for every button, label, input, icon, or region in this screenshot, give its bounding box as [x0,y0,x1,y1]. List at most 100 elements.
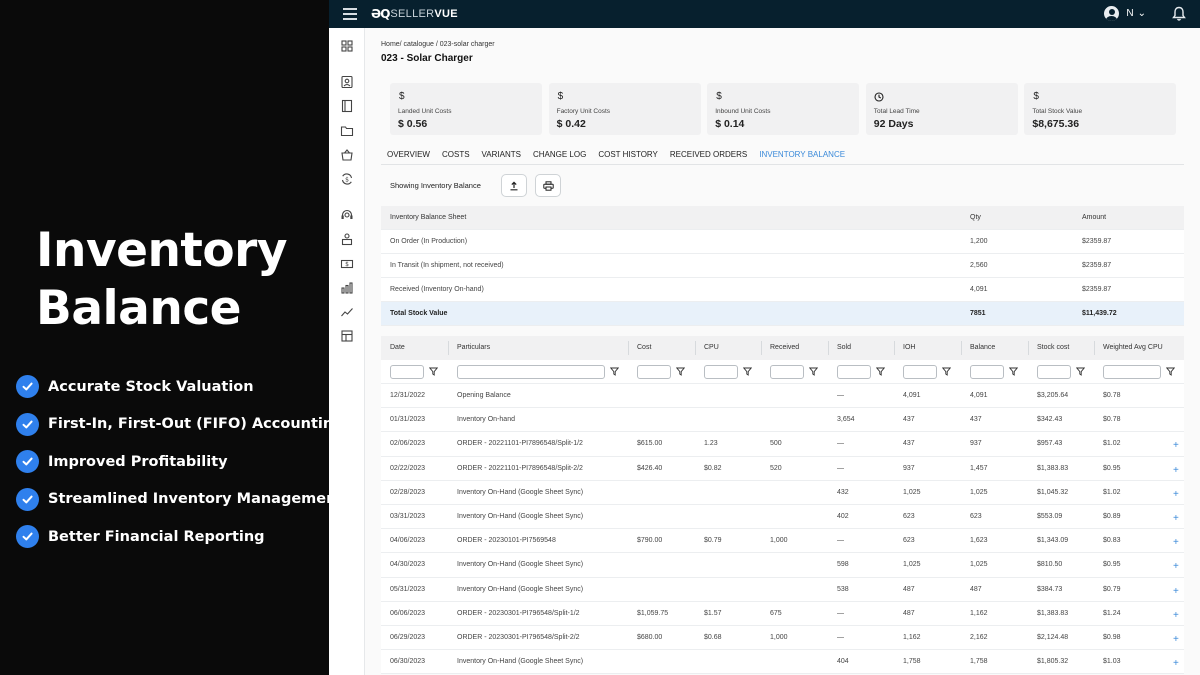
tab-received-orders[interactable]: RECEIVED ORDERS [664,148,753,165]
column-separator[interactable] [961,341,962,355]
cell-stock-cost: $1,383.83 [1037,464,1069,472]
filter-funnel-icon[interactable] [942,367,951,376]
column-header-sold[interactable]: Sold [837,344,851,351]
expand-plus-icon[interactable]: + [1173,513,1179,524]
sync-icon[interactable]: $ [340,172,354,186]
dollar-icon: $ [399,91,405,102]
cell: 1,200 [970,238,988,245]
hamburger-menu-icon[interactable] [343,7,357,21]
cell-ioh: 1,162 [903,633,921,641]
dashboard-icon[interactable] [340,39,354,53]
feature-item: Improved Profitability [16,443,328,481]
column-header-stock-cost[interactable]: Stock cost [1037,344,1069,351]
tab-costs[interactable]: COSTS [436,148,476,165]
column-separator[interactable] [448,341,449,355]
column-separator[interactable] [761,341,762,355]
filter-input-ioh[interactable] [903,365,937,379]
cell-weighted-avg-cpu: $0.95 [1103,464,1121,472]
user-menu[interactable]: N ⌄ [1104,6,1146,21]
upload-button[interactable] [501,174,527,197]
tab-variants[interactable]: VARIANTS [476,148,527,165]
expand-plus-icon[interactable]: + [1173,561,1179,572]
column-header-cpu[interactable]: CPU [704,344,719,351]
tab-cost-history[interactable]: COST HISTORY [592,148,664,165]
cell-balance: 2,162 [970,633,988,641]
column-separator[interactable] [1094,341,1095,355]
cell-received: 1,000 [770,537,788,545]
tab-change-log[interactable]: CHANGE LOG [527,148,592,165]
sellervue-logo[interactable]: ƏQ SELLER VUE [371,5,458,23]
side-navigation: $ $ [329,28,365,675]
cell: Received (Inventory On-hand) [390,286,484,293]
cell-balance: 487 [970,585,982,593]
cell-sold: 402 [837,512,849,520]
column-header-received[interactable]: Received [770,344,799,351]
print-button[interactable] [535,174,561,197]
filter-input-sold[interactable] [837,365,871,379]
bar-chart-icon[interactable] [340,281,354,295]
filter-funnel-icon[interactable] [1076,367,1085,376]
user-inventory-icon[interactable] [340,232,354,246]
card-value: $8,675.36 [1032,118,1080,130]
support-headset-icon[interactable] [340,208,354,222]
cell-weighted-avg-cpu: $0.78 [1103,392,1121,399]
expand-plus-icon[interactable]: + [1173,610,1179,621]
card-label: Factory Unit Costs [556,108,611,115]
expand-plus-icon[interactable]: + [1173,440,1179,451]
column-separator[interactable] [828,341,829,355]
contacts-icon[interactable] [340,75,354,89]
cell: $2359.87 [1082,238,1112,245]
column-header-ioh[interactable]: IOH [903,344,915,351]
column-header-balance[interactable]: Balance [970,344,995,351]
card-factory-unit-costs: $ Factory Unit Costs $ 0.42 [548,83,701,135]
column-header-weighted-avg-cpu[interactable]: Weighted Avg CPU [1103,344,1163,351]
filter-funnel-icon[interactable] [743,367,752,376]
summary-cards: $ Landed Unit Costs $ 0.56 $ Factory Uni… [390,83,1183,135]
filter-input-cpu[interactable] [704,365,738,379]
tab-overview[interactable]: OVERVIEW [381,148,436,165]
cell-cpu: $0.79 [704,537,722,545]
filter-input-balance[interactable] [970,365,1004,379]
filter-funnel-icon[interactable] [676,367,685,376]
app-window: ƏQ SELLER VUE N ⌄ $ $ Home/ catalogue / … [329,0,1200,675]
filter-funnel-icon[interactable] [1166,367,1175,376]
column-header-date[interactable]: Date [390,344,405,351]
cell-date: 06/06/2023 [390,609,426,617]
filter-funnel-icon[interactable] [809,367,818,376]
breadcrumb[interactable]: Home/ catalogue / 023-solar charger [381,41,495,48]
filter-funnel-icon[interactable] [876,367,885,376]
bell-icon[interactable] [1172,6,1186,22]
catalog-book-icon[interactable] [340,99,354,113]
filter-funnel-icon[interactable] [1009,367,1018,376]
expand-plus-icon[interactable]: + [1173,586,1179,597]
filter-input-cost[interactable] [637,365,671,379]
folder-icon[interactable] [340,124,354,138]
filter-input-particulars[interactable] [457,365,605,379]
expand-plus-icon[interactable]: + [1173,489,1179,500]
expand-plus-icon[interactable]: + [1173,465,1179,476]
expand-plus-icon[interactable]: + [1173,537,1179,548]
column-header-particulars[interactable]: Particulars [457,344,490,351]
column-separator[interactable] [894,341,895,355]
column-header-cost[interactable]: Cost [637,344,651,351]
column-separator[interactable] [628,341,629,355]
cell: 7851 [970,310,986,317]
filter-input-date[interactable] [390,365,424,379]
trend-line-icon[interactable] [340,305,354,319]
filter-funnel-icon[interactable] [610,367,619,376]
cell-cost: $680.00 [637,633,663,641]
column-separator[interactable] [695,341,696,355]
expand-plus-icon[interactable]: + [1173,634,1179,645]
filter-input-weighted-avg-cpu[interactable] [1103,365,1161,379]
tab-inventory-balance[interactable]: INVENTORY BALANCE [753,148,852,165]
basket-icon[interactable] [340,148,354,162]
filter-input-received[interactable] [770,365,804,379]
money-icon[interactable]: $ [340,257,354,271]
filter-input-stock-cost[interactable] [1037,365,1071,379]
expand-plus-icon[interactable]: + [1173,658,1179,669]
column-separator[interactable] [1028,341,1029,355]
cell: $11,439.72 [1082,310,1117,317]
cell-particulars: ORDER - 20230301-PI796548/Split-2/2 [457,633,580,641]
table-icon[interactable] [340,329,354,343]
filter-funnel-icon[interactable] [429,367,438,376]
